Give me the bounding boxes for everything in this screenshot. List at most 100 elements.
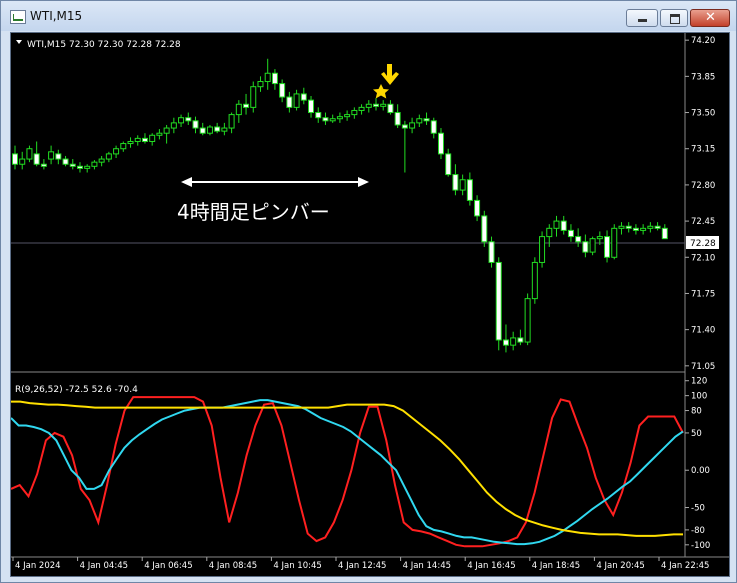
candle (199, 122, 206, 136)
candle (336, 112, 343, 123)
indicator-line-r26 (10, 399, 684, 546)
candle (365, 100, 372, 113)
candle (192, 116, 199, 134)
candle (459, 174, 466, 196)
chart-area[interactable]: 74.20 73.85 73.50 73.15 72.80 72.45 72.10 71.75… (10, 32, 730, 577)
chart-svg[interactable]: 74.20 73.85 73.50 73.15 72.80 72.45 72.10 71.75… (10, 33, 729, 576)
candle (582, 234, 589, 258)
candle (380, 100, 387, 111)
time-tick-label: 4 Jan 08:45 (209, 561, 257, 571)
candle (495, 257, 502, 351)
candle (618, 222, 625, 235)
indicator-tick-label: 0.00 (691, 466, 710, 476)
price-tick-label: 72.45 (691, 217, 715, 227)
candle (214, 122, 221, 134)
candle (55, 149, 62, 165)
candle (170, 117, 177, 134)
time-tick-label: 4 Jan 06:45 (144, 561, 192, 571)
candle (531, 257, 538, 304)
time-tick-label: 4 Jan 12:45 (338, 561, 386, 571)
candle (604, 230, 611, 263)
candle (264, 58, 271, 90)
candle (647, 222, 654, 233)
candle (575, 228, 582, 247)
window-title: WTI,M15 (30, 9, 83, 23)
time-tick-label: 4 Jan 22:45 (661, 561, 709, 571)
candle (48, 145, 55, 165)
price-tick-label: 73.15 (691, 145, 715, 155)
candle (524, 293, 531, 346)
candle (98, 155, 105, 167)
down-arrow-icon (381, 64, 399, 85)
candle (271, 69, 278, 90)
candle (113, 145, 120, 159)
time-axis: 4 Jan 2024 4 Jan 04:45 4 Jan 06:45 4 Jan 08… (12, 557, 709, 571)
candle (539, 231, 546, 268)
close-button[interactable] (690, 9, 730, 27)
candle (235, 100, 242, 123)
candle (409, 117, 416, 134)
indicator-tick-label: 100 (691, 392, 707, 402)
chart-window: WTI,M15 74.20 73.85 73.50 73.15 72.80 72.45 72… (0, 0, 737, 583)
candle (553, 215, 560, 237)
time-tick-label: 4 Jan 20:45 (596, 561, 644, 571)
indicator-tick-label: 120 (691, 377, 707, 387)
indicator-line-r52 (11, 400, 683, 537)
price-panel-header: WTI,M15 72.30 72.30 72.28 72.28 (27, 40, 181, 50)
candle (308, 95, 315, 118)
indicator-series (10, 396, 684, 548)
price-tick-label: 71.75 (691, 289, 715, 299)
candle (286, 91, 293, 113)
candle (445, 148, 452, 177)
price-tick-label: 71.40 (691, 326, 715, 336)
candle (452, 164, 459, 196)
dropdown-triangle-icon[interactable] (16, 40, 22, 44)
candle (300, 87, 307, 105)
candle (84, 164, 91, 173)
indicator-tick-label: 80 (691, 407, 702, 417)
candle (358, 104, 365, 115)
candle (611, 224, 618, 260)
candle (76, 162, 83, 173)
candle (423, 112, 430, 125)
title-bar[interactable]: WTI,M15 (1, 1, 736, 31)
candle (488, 236, 495, 268)
candle (40, 159, 47, 170)
candle (437, 128, 444, 160)
time-tick-label: 4 Jan 04:45 (80, 561, 128, 571)
indicator-tick-label: -80 (691, 526, 705, 536)
candle (69, 159, 76, 170)
candle (257, 76, 264, 92)
indicator-panel-header: R(9,26,52) -72.5 52.6 -70.4 (15, 385, 138, 395)
candle (163, 124, 170, 144)
candle (394, 104, 401, 129)
candle (502, 324, 509, 353)
candle (185, 112, 192, 125)
indicator-tick-label: 50 (691, 429, 702, 439)
candle (228, 112, 235, 134)
candle (474, 195, 481, 222)
double-arrow-annotation (181, 177, 369, 187)
candle (19, 151, 26, 170)
candle (416, 114, 423, 128)
indicator-axis: 120 100 80 50 0.00 -50 -80 -100 (685, 377, 710, 551)
price-tick-label: 74.20 (691, 36, 715, 46)
candle (481, 210, 488, 247)
candle (250, 81, 257, 113)
candle (344, 110, 351, 121)
candle (351, 107, 358, 119)
candle (430, 117, 437, 139)
candle (517, 329, 524, 346)
candle (329, 114, 336, 123)
candle-series (12, 58, 668, 353)
maximize-button[interactable] (660, 9, 688, 27)
star-icon (373, 84, 389, 99)
candle (589, 236, 596, 256)
candle (279, 79, 286, 103)
candle (62, 155, 69, 167)
candle (206, 124, 213, 136)
price-tick-label: 73.50 (691, 109, 715, 119)
pinbar-annotation-text: 4時間足ピンバー (177, 200, 330, 224)
minimize-button[interactable] (626, 9, 658, 27)
candle (33, 141, 40, 167)
